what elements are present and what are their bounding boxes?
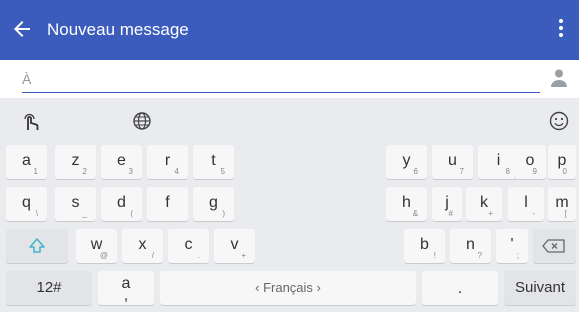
key-f[interactable]: f — [147, 187, 188, 221]
key-u[interactable]: u7 — [432, 145, 473, 179]
key-y[interactable]: y6 — [386, 145, 427, 179]
emoji-button[interactable] — [548, 110, 572, 132]
language-button[interactable] — [131, 110, 155, 132]
space-key[interactable]: ‹ Français › — [160, 271, 416, 305]
key-k[interactable]: k + — [466, 187, 502, 221]
key-i[interactable]: i8 — [478, 145, 519, 179]
key-d[interactable]: d( — [101, 187, 142, 221]
key-n[interactable]: n? — [450, 229, 491, 263]
key-v[interactable]: v + — [214, 229, 255, 263]
key-comma[interactable]: a , — [98, 271, 154, 305]
arrow-left-icon — [14, 21, 30, 37]
key-x[interactable]: x / — [122, 229, 163, 263]
recipient-input[interactable] — [22, 66, 540, 92]
globe-icon — [133, 112, 151, 130]
key-l[interactable]: l- — [508, 187, 544, 221]
key-s[interactable]: s _ — [55, 187, 96, 221]
key-a[interactable]: a1 — [6, 145, 47, 179]
key-t[interactable]: t5 — [193, 145, 234, 179]
app-bar: Nouveau message — [0, 0, 579, 60]
shift-arrow-icon — [29, 238, 45, 253]
backspace-key[interactable] — [533, 229, 576, 263]
key-z[interactable]: z2 — [55, 145, 96, 179]
key-w[interactable]: w @ — [76, 229, 117, 263]
key-o[interactable]: o9 — [514, 145, 546, 179]
soft-keyboard: a1 z2 e3 r4 t5 y6 u7 i8 o9 p0 q \ s _ d( f… — [0, 100, 579, 312]
key-c[interactable]: c. — [168, 229, 209, 263]
key-period[interactable]: . — [422, 271, 498, 305]
key-b[interactable]: b! — [404, 229, 445, 263]
key-j[interactable]: j # — [432, 187, 462, 221]
key-e[interactable]: e3 — [101, 145, 142, 179]
gesture-icon — [24, 113, 39, 130]
overflow-menu-button[interactable] — [555, 17, 567, 43]
key-g[interactable]: g) — [193, 187, 234, 221]
key-p[interactable]: p0 — [548, 145, 576, 179]
contact-picker-button[interactable] — [550, 68, 568, 88]
key-m[interactable]: m[ — [548, 187, 576, 221]
more-vert-icon — [559, 19, 563, 23]
key-h[interactable]: h & — [386, 187, 427, 221]
shift-key[interactable] — [6, 229, 68, 263]
page-title: Nouveau message — [47, 20, 189, 39]
message-compose-screen: Nouveau message À a 1 z 2 e 3 r 4 t 5 y … — [0, 0, 579, 312]
input-underline — [22, 92, 540, 93]
back-button[interactable] — [10, 17, 34, 41]
key-q[interactable]: q \ — [6, 187, 47, 221]
backspace-icon — [542, 239, 565, 253]
person-icon — [551, 69, 567, 87]
gesture-button[interactable] — [20, 110, 44, 132]
emoji-icon — [549, 111, 569, 131]
key-apostrophe[interactable]: '; — [496, 229, 528, 263]
symbols-key[interactable]: 12# — [6, 271, 92, 305]
keyboard-toolbar — [0, 100, 579, 142]
enter-key[interactable]: Suivant — [504, 271, 576, 305]
key-r[interactable]: r4 — [147, 145, 188, 179]
recipient-row — [0, 60, 579, 98]
